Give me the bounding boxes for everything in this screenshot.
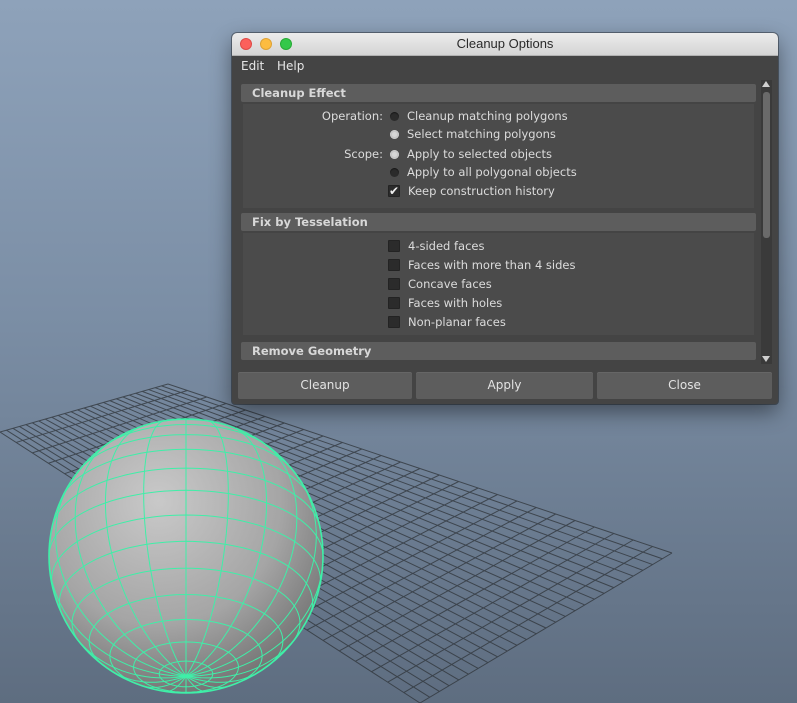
menu-help[interactable]: Help (277, 56, 304, 76)
checkbox-holes[interactable] (388, 297, 400, 309)
radio-label-apply-all[interactable]: Apply to all polygonal objects (407, 163, 577, 181)
operation-label: Operation: (321, 109, 383, 123)
radio-label-select-matching[interactable]: Select matching polygons (407, 125, 556, 143)
cleanup-button[interactable]: Cleanup (238, 372, 412, 399)
checkbox-concave[interactable] (388, 278, 400, 290)
checkbox-more-than-4[interactable] (388, 259, 400, 271)
arrow-up-icon[interactable] (762, 81, 770, 87)
grid-line (419, 552, 673, 703)
grid-line (403, 546, 653, 694)
checkbox-4-sided[interactable] (388, 240, 400, 252)
checkbox-label-concave[interactable]: Concave faces (408, 275, 492, 293)
radio-apply-selected[interactable] (390, 150, 399, 159)
title-bar[interactable]: Cleanup Options (232, 33, 778, 56)
section-header-remove-geometry[interactable]: Remove Geometry (241, 342, 756, 360)
scrollbar-thumb[interactable] (763, 92, 770, 238)
radio-apply-all[interactable] (390, 168, 399, 177)
apply-button[interactable]: Apply (416, 372, 593, 399)
checkbox-keep-history[interactable]: ✔ (388, 184, 400, 198)
grid-line (371, 533, 615, 673)
cleanup-options-window: Cleanup Options Edit Help Cleanup Effect… (232, 33, 778, 404)
checkbox-label-holes[interactable]: Faces with holes (408, 294, 502, 312)
window-title: Cleanup Options (456, 36, 554, 51)
checkbox-label-more-than-4[interactable]: Faces with more than 4 sides (408, 256, 575, 274)
radio-label-cleanup-matching[interactable]: Cleanup matching polygons (407, 107, 568, 125)
section-header-cleanup-effect[interactable]: Cleanup Effect (241, 84, 756, 102)
section-body-cleanup-effect: Operation: Cleanup matching polygons Sel… (243, 104, 754, 208)
polygon-sphere[interactable] (48, 418, 324, 694)
checkmark-icon: ✔ (389, 184, 400, 198)
checkbox-label-4-sided[interactable]: 4-sided faces (408, 237, 484, 255)
checkbox-label-keep-history[interactable]: Keep construction history (408, 182, 555, 200)
radio-select-matching[interactable] (390, 130, 399, 139)
scrollbar[interactable] (761, 80, 772, 364)
close-button[interactable]: Close (597, 372, 772, 399)
section-header-fix-by-tesselation[interactable]: Fix by Tesselation (241, 213, 756, 231)
scope-label: Scope: (344, 147, 383, 161)
checkbox-label-non-planar[interactable]: Non-planar faces (408, 313, 506, 331)
options-panel: Cleanup Effect Operation: Cleanup matchi… (238, 80, 758, 364)
checkbox-non-planar[interactable] (388, 316, 400, 328)
radio-cleanup-matching[interactable] (390, 112, 399, 121)
section-body-fix-by-tesselation: 4-sided faces Faces with more than 4 sid… (243, 233, 754, 335)
arrow-down-icon[interactable] (762, 356, 770, 362)
menu-edit[interactable]: Edit (241, 56, 264, 76)
menu-bar: Edit Help (232, 56, 778, 76)
radio-label-apply-selected[interactable]: Apply to selected objects (407, 145, 552, 163)
